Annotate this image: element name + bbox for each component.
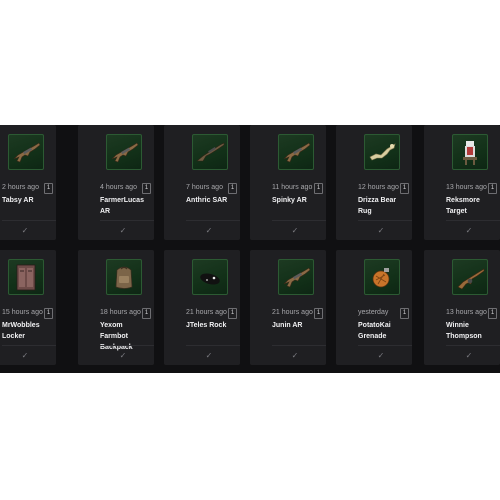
card-divider: [2, 345, 56, 346]
item-name: Tabsy AR: [2, 197, 34, 204]
item-name: Yexom Farmbot Backpack: [100, 322, 133, 351]
item-name: Winnie Thompson: [446, 322, 482, 340]
checkmark-icon[interactable]: ✓: [290, 226, 300, 236]
item-name: FarmerLucas AR: [100, 197, 144, 215]
item-thumbnail: [8, 259, 44, 295]
card-divider: [272, 220, 326, 221]
skin-card[interactable]: 2 hours ago 1 Tabsy AR ✓: [0, 125, 56, 240]
quantity-badge: 1: [228, 183, 237, 194]
skin-grid-panel: 2 hours ago 1 Tabsy AR ✓ 4 hours ago 1 FarmerL…: [0, 125, 500, 373]
skin-card[interactable]: 7 hours ago 1 Anthric SAR ✓: [164, 125, 240, 240]
card-divider: [100, 345, 154, 346]
item-thumbnail: [278, 134, 314, 170]
checkmark-icon[interactable]: ✓: [290, 351, 300, 361]
item-time: 2 hours ago: [2, 184, 39, 191]
quantity-badge: 1: [488, 183, 497, 194]
item-thumbnail: [192, 259, 228, 295]
card-divider: [446, 220, 500, 221]
card-divider: [272, 345, 326, 346]
skin-card[interactable]: 13 hours ago 1 Reksmore Target ✓: [424, 125, 500, 240]
item-thumbnail: [452, 134, 488, 170]
item-time: 11 hours ago: [272, 184, 313, 191]
item-thumbnail: [364, 134, 400, 170]
item-time: 7 hours ago: [186, 184, 223, 191]
card-divider: [358, 220, 412, 221]
card-divider: [358, 345, 412, 346]
skin-card[interactable]: yesterday 1 PotatoKai Grenade ✓: [336, 250, 412, 365]
skin-card[interactable]: 21 hours ago 1 Junin AR ✓: [250, 250, 326, 365]
item-name: Drizza Bear Rug: [358, 197, 397, 215]
quantity-badge: 1: [142, 183, 151, 194]
quantity-badge: 1: [400, 308, 409, 319]
checkmark-icon[interactable]: ✓: [464, 351, 474, 361]
skin-card[interactable]: 13 hours ago 1 Winnie Thompson ✓: [424, 250, 500, 365]
item-time: 21 hours ago: [186, 309, 227, 316]
quantity-badge: 1: [314, 308, 323, 319]
item-time: 13 hours ago: [446, 184, 487, 191]
checkmark-icon[interactable]: ✓: [376, 351, 386, 361]
item-thumbnail: [452, 259, 488, 295]
item-thumbnail: [106, 259, 142, 295]
checkmark-icon[interactable]: ✓: [118, 351, 128, 361]
item-name: Junin AR: [272, 322, 303, 329]
item-time: 4 hours ago: [100, 184, 137, 191]
card-divider: [446, 345, 500, 346]
checkmark-icon[interactable]: ✓: [464, 226, 474, 236]
item-name: MrWobbles Locker: [2, 322, 40, 340]
skin-card[interactable]: 18 hours ago 1 Yexom Farmbot Backpack ✓: [78, 250, 154, 365]
item-thumbnail: [278, 259, 314, 295]
checkmark-icon[interactable]: ✓: [20, 226, 30, 236]
item-name: Spinky AR: [272, 197, 307, 204]
skin-card[interactable]: 21 hours ago 1 JTeles Rock ✓: [164, 250, 240, 365]
item-name: JTeles Rock: [186, 322, 227, 329]
item-thumbnail: [8, 134, 44, 170]
quantity-badge: 1: [44, 308, 53, 319]
item-time: 15 hours ago: [2, 309, 43, 316]
item-thumbnail: [364, 259, 400, 295]
item-time: 21 hours ago: [272, 309, 313, 316]
quantity-badge: 1: [142, 308, 151, 319]
item-name: Reksmore Target: [446, 197, 480, 215]
item-time: yesterday: [358, 309, 389, 316]
item-time: 13 hours ago: [446, 309, 487, 316]
skin-card[interactable]: 4 hours ago 1 FarmerLucas AR ✓: [78, 125, 154, 240]
quantity-badge: 1: [44, 183, 53, 194]
quantity-badge: 1: [314, 183, 323, 194]
checkmark-icon[interactable]: ✓: [118, 226, 128, 236]
item-time: 12 hours ago: [358, 184, 399, 191]
skin-card[interactable]: 11 hours ago 1 Spinky AR ✓: [250, 125, 326, 240]
item-thumbnail: [192, 134, 228, 170]
checkmark-icon[interactable]: ✓: [376, 226, 386, 236]
card-divider: [2, 220, 56, 221]
quantity-badge: 1: [400, 183, 409, 194]
card-divider: [100, 220, 154, 221]
card-divider: [186, 345, 240, 346]
item-name: Anthric SAR: [186, 197, 228, 204]
item-name: PotatoKai Grenade: [358, 322, 391, 340]
card-divider: [186, 220, 240, 221]
item-thumbnail: [106, 134, 142, 170]
checkmark-icon[interactable]: ✓: [204, 226, 214, 236]
item-time: 18 hours ago: [100, 309, 141, 316]
skin-card[interactable]: 15 hours ago 1 MrWobbles Locker ✓: [0, 250, 56, 365]
skin-card[interactable]: 12 hours ago 1 Drizza Bear Rug ✓: [336, 125, 412, 240]
checkmark-icon[interactable]: ✓: [20, 351, 30, 361]
quantity-badge: 1: [228, 308, 237, 319]
quantity-badge: 1: [488, 308, 497, 319]
checkmark-icon[interactable]: ✓: [204, 351, 214, 361]
